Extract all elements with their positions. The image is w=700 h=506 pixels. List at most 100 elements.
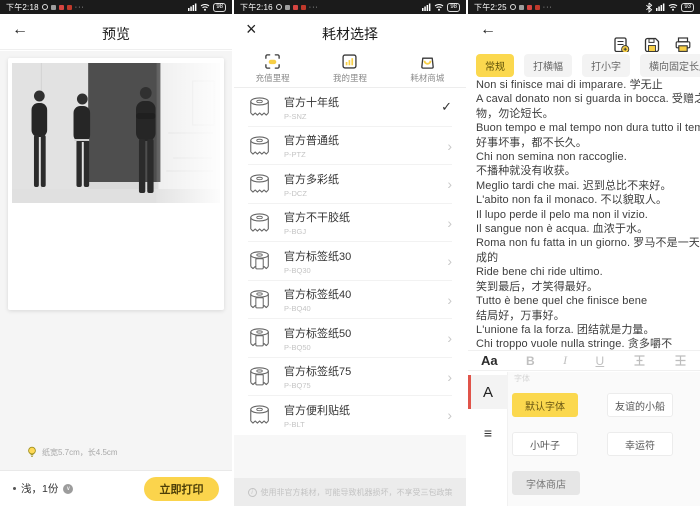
paper-roll-icon bbox=[248, 134, 272, 158]
font-chip-little-leaf[interactable]: 小叶子 bbox=[512, 432, 578, 456]
status-time: 下午2:16 bbox=[240, 2, 273, 12]
editor-line: A caval donato non si guarda in bocca. 受… bbox=[476, 93, 700, 106]
editor-line: 结局好，万事好。 bbox=[476, 309, 565, 322]
font-store-button[interactable]: 字体商店 bbox=[512, 471, 580, 495]
editor-line: Il sangue non è acqua. 血浓于水。 bbox=[476, 223, 649, 236]
notification-app-icon bbox=[526, 4, 532, 10]
screen-preview: 下午2:18 ··· 98 ← 预览 纸宽5.7cm，长4.5cm 浅，1份 ∨… bbox=[0, 0, 232, 506]
consumable-row[interactable]: 官方标签纸40 P-BQ40 › bbox=[234, 281, 466, 320]
bold-button[interactable]: B bbox=[526, 354, 535, 368]
letter-spacing-icon[interactable] bbox=[633, 354, 646, 367]
more-notifications-icon: ··· bbox=[74, 3, 85, 11]
paper-roll-icon bbox=[248, 172, 272, 196]
panel-rail: A ≡ bbox=[468, 372, 508, 506]
consumable-code: P-BQ40 bbox=[284, 304, 311, 314]
paper-size-text: 纸宽5.7cm，长4.5cm bbox=[42, 447, 118, 457]
editor-line: Il lupo perde il pelo ma non il vizio. bbox=[476, 208, 648, 221]
editor-line: Roma non fu fatta in un giorno. 罗马不是一天建 bbox=[476, 237, 700, 250]
consumable-name: 官方标签纸75 bbox=[284, 366, 352, 379]
notification-app-icon bbox=[58, 4, 64, 10]
rail-tab-align[interactable]: ≡ bbox=[468, 420, 508, 446]
print-now-button[interactable]: 立即打印 bbox=[144, 476, 219, 501]
back-button[interactable]: ← bbox=[480, 21, 496, 39]
mode-tab-fixed-length[interactable]: 横向固定长度 bbox=[640, 53, 700, 77]
underline-button[interactable]: U bbox=[596, 354, 605, 368]
editor-line: Chi troppo vuole nulla stringe. 贪多嚼不 bbox=[476, 338, 673, 350]
paper-roll-icon bbox=[248, 211, 272, 235]
bluetooth-icon bbox=[645, 2, 653, 13]
rail-tab-font[interactable]: A bbox=[468, 375, 508, 409]
tab-consumable-mall[interactable]: 耗材商城 bbox=[389, 50, 466, 87]
mode-tab-normal[interactable]: 常规 bbox=[476, 53, 514, 77]
font-section-label: 字体 bbox=[514, 374, 530, 383]
text-editor-area[interactable]: Non si finisce mai di imparare. 学无止 A ca… bbox=[468, 77, 700, 350]
nav-bar: × 耗材选择 bbox=[234, 14, 466, 50]
photo-card bbox=[8, 58, 224, 310]
chevron-right-icon: › bbox=[447, 291, 452, 308]
consumable-row[interactable]: 官方普通纸 P-PTZ › bbox=[234, 127, 466, 166]
editor-line: Tutto è bene quel che finisce bene bbox=[476, 295, 648, 308]
status-bar: 下午2:25 ··· 93 bbox=[468, 0, 700, 14]
chevron-right-icon: › bbox=[447, 407, 452, 424]
status-bar: 下午2:16 ··· 98 bbox=[234, 0, 466, 14]
consumable-row[interactable]: 官方标签纸50 P-BQ50 › bbox=[234, 319, 466, 358]
italic-button[interactable]: I bbox=[563, 353, 567, 368]
label-roll-icon bbox=[248, 288, 272, 312]
consumable-name: 官方十年纸 bbox=[284, 96, 339, 109]
consumable-code: P-PTZ bbox=[284, 150, 306, 160]
consumable-row-selected[interactable]: 官方十年纸 P-SNZ ✓ bbox=[234, 88, 466, 127]
label-roll-icon bbox=[248, 365, 272, 389]
photo-preview bbox=[12, 63, 220, 203]
font-chip-friendship-boat[interactable]: 友谊的小船 bbox=[607, 393, 673, 417]
shopping-bag-icon bbox=[419, 53, 436, 70]
tab-recharge-mileage[interactable]: 充值里程 bbox=[234, 50, 311, 87]
consumable-name: 官方多彩纸 bbox=[284, 173, 339, 186]
print-options-text: 浅，1份 bbox=[21, 483, 59, 495]
consumable-code: P-BQ30 bbox=[284, 265, 311, 275]
print-footer: 浅，1份 ∨ 立即打印 bbox=[0, 470, 232, 506]
screen-editor: 下午2:25 ··· 93 ← 常规 打横幅 打小字 横向固定长度 文字 Non… bbox=[468, 0, 700, 506]
check-icon: ✓ bbox=[441, 99, 452, 115]
battery-indicator: 93 bbox=[681, 2, 694, 12]
signal-icon bbox=[188, 3, 197, 11]
consumable-row[interactable]: 官方多彩纸 P-DCZ › bbox=[234, 165, 466, 204]
battery-indicator: 98 bbox=[447, 2, 460, 12]
status-time: 下午2:25 bbox=[474, 2, 507, 12]
notification-app-icon bbox=[534, 4, 540, 10]
notification-app-icon bbox=[292, 4, 298, 10]
editor-line: 不播种就没有收获。 bbox=[476, 165, 576, 178]
consumable-row[interactable]: 官方不干胶纸 P-BGJ › bbox=[234, 204, 466, 243]
mode-tab-small-text[interactable]: 打小字 bbox=[582, 53, 630, 77]
notification-app-icon bbox=[284, 4, 290, 10]
notice-bar: i 使用非官方耗材，可能导致机器损坏，不享受三包政策 bbox=[234, 478, 466, 506]
scan-icon bbox=[264, 53, 281, 70]
wifi-icon bbox=[200, 3, 210, 11]
options-expand-button[interactable]: ∨ bbox=[63, 483, 74, 494]
wifi-icon bbox=[668, 3, 678, 11]
chevron-right-icon: › bbox=[447, 368, 452, 385]
tab-my-mileage[interactable]: 我的里程 bbox=[311, 50, 388, 87]
consumable-name: 官方标签纸50 bbox=[284, 327, 352, 340]
font-chip-default[interactable]: 默认字体 bbox=[512, 393, 578, 417]
mode-tab-banner[interactable]: 打横幅 bbox=[524, 53, 572, 77]
more-notifications-icon: ··· bbox=[308, 3, 319, 11]
paper-roll-icon bbox=[248, 403, 272, 427]
notification-app-icon bbox=[518, 4, 524, 10]
notification-app-icon bbox=[50, 4, 56, 10]
paper-size-info: 纸宽5.7cm，长4.5cm bbox=[26, 446, 118, 458]
consumable-row[interactable]: 官方标签纸75 P-BQ75 › bbox=[234, 358, 466, 397]
editor-line: Non si finisce mai di imparare. 学无止 bbox=[476, 79, 663, 91]
nav-bar: ← 预览 bbox=[0, 14, 232, 50]
consumables-body: 官方十年纸 P-SNZ ✓ 官方普通纸 P-PTZ › 官方多彩纸 P-DCZ bbox=[234, 88, 466, 506]
signal-icon bbox=[422, 3, 431, 11]
consumable-name: 官方普通纸 bbox=[284, 135, 339, 148]
font-chip-lucky-charm[interactable]: 幸运符 bbox=[607, 432, 673, 456]
line-spacing-icon[interactable] bbox=[674, 354, 687, 367]
consumable-row[interactable]: 官方标签纸30 P-BQ30 › bbox=[234, 242, 466, 281]
label-roll-icon bbox=[248, 249, 272, 273]
consumable-code: P-BGJ bbox=[284, 227, 307, 237]
consumable-row[interactable]: 官方便利贴纸 P-BLT › bbox=[234, 396, 466, 435]
font-size-button[interactable]: Aa bbox=[481, 353, 498, 368]
font-panel: A ≡ 字体 默认字体 友谊的小船 小叶子 幸运符 字体商店 bbox=[468, 372, 700, 506]
label-roll-icon bbox=[248, 326, 272, 350]
